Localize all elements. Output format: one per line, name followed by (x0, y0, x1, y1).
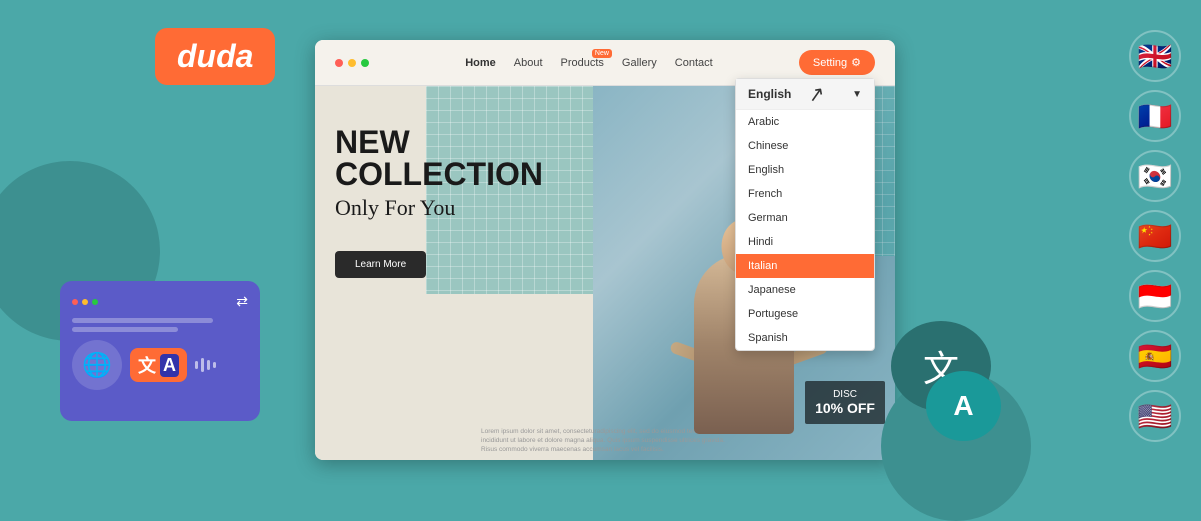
widget-line-1 (72, 318, 213, 323)
lang-french[interactable]: French (736, 182, 874, 206)
left-widget: ⇄ 🌐 文 A (60, 281, 260, 421)
globe-icon: 🌐 (72, 340, 122, 390)
widget-icons-row: 🌐 文 A (72, 340, 248, 390)
sound-wave-icon (195, 358, 216, 372)
translate-a-icon: A (953, 390, 973, 422)
flag-korea[interactable]: 🇰🇷 (1129, 150, 1181, 202)
nav-home[interactable]: Home (465, 57, 496, 69)
translate-badge: 文 A (130, 348, 187, 382)
hero-subtitle: Only For You (335, 195, 573, 221)
dot-yellow (348, 59, 356, 67)
lang-japanese[interactable]: Japanese (736, 278, 874, 302)
flag-usa[interactable]: 🇺🇸 (1129, 390, 1181, 442)
discount-badge: DISC 10% OFF (805, 381, 885, 424)
flag-france[interactable]: 🇫🇷 (1129, 90, 1181, 142)
learn-more-button[interactable]: Learn More (335, 251, 426, 278)
translate-icon-b: A (160, 354, 179, 377)
nav-about[interactable]: About (514, 57, 543, 69)
lang-italian[interactable]: Italian (736, 254, 874, 278)
hero-title: NEW COLLECTION (335, 126, 573, 190)
lang-arabic[interactable]: Arabic (736, 110, 874, 134)
dropdown-arrow-icon: ▼ (852, 89, 862, 100)
lang-chinese[interactable]: Chinese (736, 134, 874, 158)
bubble-secondary: A (926, 371, 1001, 441)
nav-links: Home About Products New Gallery Contact (465, 57, 713, 69)
flag-china[interactable]: 🇨🇳 (1129, 210, 1181, 262)
nav-products[interactable]: Products New (561, 57, 604, 69)
dot-red (335, 59, 343, 67)
lang-spanish[interactable]: Spanish (736, 326, 874, 350)
lang-hindi[interactable]: Hindi (736, 230, 874, 254)
language-dropdown[interactable]: English ▼ Arabic Chinese English French … (735, 78, 875, 351)
nav-gallery[interactable]: Gallery (622, 57, 657, 69)
lang-portugese[interactable]: Portugese (736, 302, 874, 326)
w-dot-red (72, 299, 78, 305)
flags-column: 🇬🇧 🇫🇷 🇰🇷 🇨🇳 🇮🇩 🇪🇸 🇺🇸 (1129, 30, 1181, 442)
hero-left: NEW COLLECTION Only For You Learn More (315, 86, 593, 460)
duda-logo: duda (155, 28, 275, 85)
translate-icon-a: 文 (138, 352, 156, 378)
lang-german[interactable]: German (736, 206, 874, 230)
browser-window: Home About Products New Gallery Contact … (315, 40, 895, 460)
translate-bubble: 文 A (891, 321, 1006, 436)
setting-button[interactable]: Setting ⚙ (799, 50, 875, 75)
window-dots (335, 59, 369, 67)
widget-top-bar: ⇄ (72, 293, 248, 310)
w-dot-green (92, 299, 98, 305)
flag-indonesia[interactable]: 🇮🇩 (1129, 270, 1181, 322)
dot-green (361, 59, 369, 67)
nav-contact[interactable]: Contact (675, 57, 713, 69)
flag-spain[interactable]: 🇪🇸 (1129, 330, 1181, 382)
gear-icon: ⚙ (851, 56, 861, 69)
flag-uk[interactable]: 🇬🇧 (1129, 30, 1181, 82)
w-dot-yellow (82, 299, 88, 305)
products-badge: New (592, 49, 612, 58)
lang-english[interactable]: English (736, 158, 874, 182)
widget-line-2 (72, 327, 178, 332)
widget-arrows-icon: ⇄ (236, 293, 248, 310)
